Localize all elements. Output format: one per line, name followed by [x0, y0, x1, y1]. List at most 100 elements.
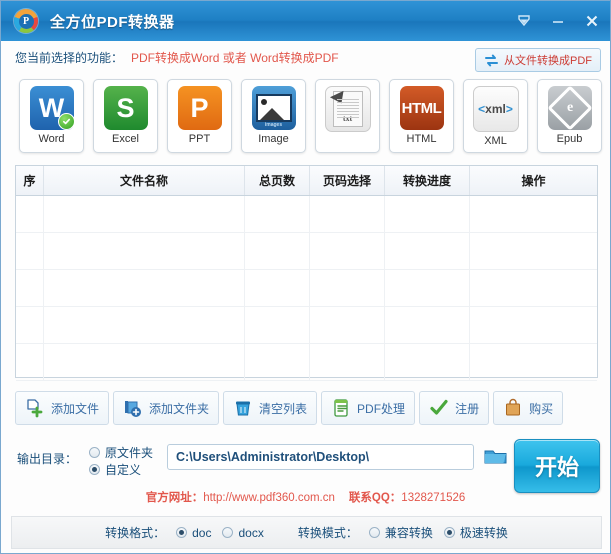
convert-mode-label: 转换模式： [297, 526, 358, 540]
format-tile-excel[interactable]: S Excel [93, 79, 158, 153]
table-cell [385, 196, 470, 232]
format-tile-image[interactable]: images Image [241, 79, 306, 153]
table-cell [245, 196, 310, 232]
format-label-ppt: PPT [188, 133, 211, 145]
table-cell [470, 307, 597, 343]
format-tile-txt[interactable]: txt TXT [315, 79, 380, 153]
option-compatible-indicator [368, 527, 380, 538]
table-cell [385, 344, 470, 380]
add-file-button[interactable]: 添加文件 [15, 391, 110, 425]
file-list-table: 序 文件名称 总页数 页码选择 转换进度 操作 [15, 165, 598, 381]
start-button-label: 开始 [534, 455, 579, 480]
format-label-epub: Epub [556, 133, 583, 145]
output-path-field[interactable] [167, 444, 474, 470]
table-row[interactable] [16, 344, 597, 381]
bottom-options-bar: 转换格式： doc docx 转换模式： 兼容转换 极速转换 [11, 516, 602, 549]
clear-list-button[interactable]: 清空列表 [223, 391, 318, 425]
qq-number: 1328271526 [401, 492, 466, 504]
output-directory-label: 输出目录： [17, 452, 78, 466]
ppt-icon: P [177, 86, 222, 130]
output-directory-options: 原文件夹 自定义 [89, 444, 153, 478]
output-path-input[interactable] [168, 450, 473, 464]
title-bar: 全方位PDF转换器 [1, 1, 610, 41]
option-doc-indicator [176, 527, 188, 538]
clear-list-label: 清空列表 [259, 401, 308, 416]
column-header-filename: 文件名称 [44, 166, 245, 195]
purchase-button[interactable]: 购买 [493, 391, 564, 425]
xml-icon: <xml> [472, 86, 519, 132]
option-fast[interactable]: 极速转换 [443, 524, 508, 541]
window-title: 全方位PDF转换器 [50, 13, 175, 31]
convert-to-pdf-button[interactable]: 从文件转换成PDF [475, 48, 601, 72]
add-folder-button[interactable]: 添加文件夹 [113, 391, 220, 425]
format-tile-ppt[interactable]: P PPT [167, 79, 232, 153]
table-row[interactable] [16, 307, 597, 344]
format-tiles: W Word S Excel P PPT images Image txt HT… [19, 79, 602, 153]
option-compatible-label: 兼容转换 [384, 526, 433, 540]
radio-original-folder[interactable]: 原文件夹 [89, 444, 153, 461]
folder-plus-icon [125, 401, 142, 417]
table-row[interactable] [16, 270, 597, 307]
window-controls [514, 1, 602, 41]
table-row[interactable] [16, 233, 597, 270]
table-cell [245, 233, 310, 269]
browse-folder-button[interactable] [483, 445, 509, 472]
table-cell [470, 233, 597, 269]
format-tile-epub[interactable]: e Epub [537, 79, 602, 153]
option-doc[interactable]: doc [176, 526, 211, 540]
format-tile-xml[interactable]: <xml> XML [463, 79, 528, 153]
option-compatible[interactable]: 兼容转换 [368, 524, 433, 541]
table-cell [16, 270, 44, 306]
format-label-image: Image [258, 133, 289, 145]
option-fast-indicator [443, 527, 455, 538]
table-cell [16, 233, 44, 269]
site-url[interactable]: http://www.pdf360.com.cn [203, 492, 335, 504]
epub-icon: e [547, 86, 592, 130]
option-docx-indicator [222, 527, 234, 538]
table-cell [470, 344, 597, 380]
radio-original-folder-indicator [89, 447, 100, 458]
contact-line: 官方网址：http://www.pdf360.com.cn 联系QQ：132827… [1, 489, 610, 505]
convert-format-label: 转换格式： [105, 526, 166, 540]
table-cell [16, 196, 44, 232]
option-docx[interactable]: docx [222, 526, 264, 540]
table-cell [44, 344, 245, 380]
table-body[interactable] [16, 196, 597, 381]
trash-icon [236, 401, 251, 416]
table-cell [310, 270, 385, 306]
convert-to-pdf-label: 从文件转换成PDF [504, 55, 592, 67]
table-cell [385, 270, 470, 306]
excel-icon: S [103, 86, 148, 130]
txt-icon: txt [324, 86, 371, 132]
qq-label: 联系QQ： [348, 492, 402, 504]
table-cell [44, 196, 245, 232]
table-cell [16, 344, 44, 380]
document-lines-icon [334, 399, 348, 417]
table-cell [44, 233, 245, 269]
action-button-bar: 添加文件 添加文件夹 清空列表 PDF处理 注册 购买 [15, 391, 564, 425]
column-header-index: 序 [16, 166, 44, 195]
html-icon: HTML [399, 86, 444, 130]
file-plus-icon [27, 399, 43, 418]
collapse-button[interactable] [514, 11, 534, 31]
table-cell [310, 344, 385, 380]
add-file-label: 添加文件 [51, 401, 100, 416]
radio-custom-folder-indicator [89, 464, 100, 475]
format-label-word: Word [38, 133, 65, 145]
column-header-operation: 操作 [521, 174, 546, 188]
image-glyph-text: images [264, 122, 283, 128]
radio-custom-folder[interactable]: 自定义 [89, 461, 153, 478]
register-label: 注册 [455, 401, 480, 416]
format-tile-html[interactable]: HTML HTML [389, 79, 454, 153]
check-icon [430, 399, 448, 415]
start-button[interactable]: 开始 [514, 439, 600, 493]
format-tile-word[interactable]: W Word [19, 79, 84, 153]
image-icon: images [251, 86, 296, 130]
minimize-button[interactable] [548, 11, 568, 31]
table-row[interactable] [16, 196, 597, 233]
pdf-process-label: PDF处理 [357, 401, 406, 416]
register-button[interactable]: 注册 [419, 391, 490, 425]
close-button[interactable] [582, 11, 602, 31]
purchase-label: 购买 [529, 401, 554, 416]
pdf-process-button[interactable]: PDF处理 [321, 391, 416, 425]
